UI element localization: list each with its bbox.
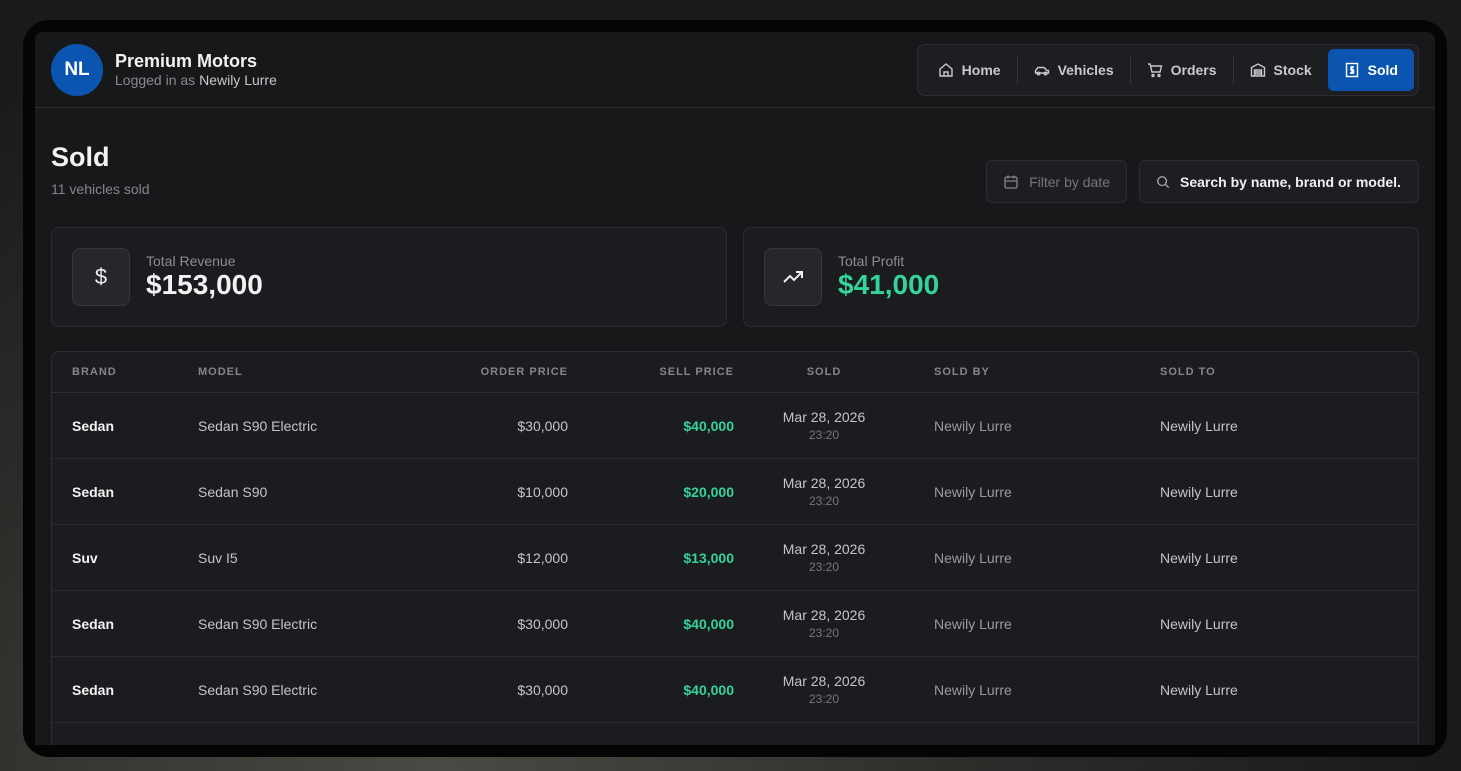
date-filter-label: Filter by date (1029, 173, 1110, 190)
nav-home[interactable]: Home (922, 49, 1017, 91)
profit-value: $41,000 (838, 269, 940, 300)
cell-order-price: $12,000 (517, 549, 568, 566)
nav-orders[interactable]: Orders (1131, 49, 1233, 91)
avatar: NL (51, 43, 103, 96)
col-model[interactable]: MODEL (178, 366, 398, 378)
cell-sold-date: Mar 28, 2026 (782, 409, 866, 425)
col-sold[interactable]: SOLD (734, 366, 914, 378)
cell-brand: Sedan (72, 417, 115, 434)
cell-sold-date: Mar 28, 2026 (782, 607, 866, 623)
revenue-value: $153,000 (146, 269, 263, 300)
cell-sold-by: Newily Lurre (934, 681, 1012, 698)
search-placeholder: Search by name, brand or model. (1180, 173, 1401, 190)
cell-sold-by: Newily Lurre (934, 615, 1012, 632)
cart-icon (1147, 62, 1163, 77)
cell-sell-price: $40,000 (683, 681, 734, 698)
col-sell-price[interactable]: SELL PRICE (568, 366, 734, 378)
cell-sold-time: 23:20 (808, 560, 840, 574)
dollar-icon: $ (72, 248, 130, 306)
header: NL Premium Motors Logged in as Newily Lu… (35, 32, 1435, 108)
cell-sold-date: Mar 28, 2026 (782, 673, 866, 689)
cell-sold-time: 23:20 (808, 626, 840, 640)
logged-in-text: Logged in as Newily Lurre (115, 72, 277, 88)
logged-prefix: Logged in as (115, 72, 196, 88)
cell-order-price: $30,000 (517, 681, 568, 698)
page-subtitle: 11 vehicles sold (51, 181, 150, 197)
cell-model: Suv I5 (198, 549, 238, 566)
cell-sold-by: Newily Lurre (934, 483, 1012, 500)
home-icon (938, 62, 953, 77)
nav-sold[interactable]: Sold (1327, 48, 1414, 91)
cell-model: Sedan S90 Electric (198, 417, 318, 434)
cell-sell-price: $40,000 (683, 417, 734, 434)
nav-label: Sold (1367, 61, 1398, 78)
search-icon (1157, 175, 1170, 188)
cell-brand: Suv (72, 549, 98, 566)
brand: NL Premium Motors Logged in as Newily Lu… (51, 43, 277, 96)
app-panel: NL Premium Motors Logged in as Newily Lu… (35, 32, 1435, 745)
cell-brand: Sedan (72, 483, 115, 500)
cell-order-price: $30,000 (517, 615, 568, 632)
profit-label: Total Profit (838, 253, 905, 269)
table-row[interactable]: Mar 28, 2026 (52, 723, 1418, 745)
table-row[interactable]: Sedan Sedan S90 Electric $30,000 $40,000… (52, 393, 1418, 459)
cell-order-price: $30,000 (517, 417, 568, 434)
receipt-icon (1345, 62, 1358, 77)
car-icon (1034, 66, 1049, 75)
table-header: BRAND MODEL ORDER PRICE SELL PRICE SOLD … (52, 352, 1418, 393)
cell-brand: Sedan (72, 681, 115, 698)
col-sold-to[interactable]: SOLD TO (1140, 366, 1418, 378)
cell-sold-by: Newily Lurre (934, 417, 1012, 434)
nav-label: Vehicles (1057, 61, 1114, 78)
cell-model: Sedan S90 (198, 483, 268, 500)
revenue-label: Total Revenue (146, 253, 236, 269)
cell-sold-to: Newily Lurre (1160, 615, 1238, 632)
table-row[interactable]: Sedan Sedan S90 Electric $30,000 $40,000… (52, 591, 1418, 657)
cell-model: Sedan S90 Electric (198, 681, 318, 698)
cell-sell-price: $13,000 (683, 549, 734, 566)
nav-stock[interactable]: Stock (1234, 49, 1328, 91)
cell-sold-to: Newily Lurre (1160, 417, 1238, 434)
nav-label: Home (961, 61, 1001, 78)
cell-sell-price: $40,000 (683, 615, 734, 632)
cell-sold-to: Newily Lurre (1160, 681, 1238, 698)
cell-order-price: $10,000 (517, 483, 568, 500)
cell-sold-time: 23:20 (808, 692, 840, 706)
col-sold-by[interactable]: SOLD BY (914, 366, 1140, 378)
cell-sold-to: Newily Lurre (1160, 483, 1238, 500)
warehouse-icon (1250, 62, 1265, 77)
cell-sold-to: Newily Lurre (1160, 549, 1238, 566)
main-nav: Home Vehicles Orders Stock Sold (916, 43, 1419, 96)
cell-sell-price: $20,000 (683, 483, 734, 500)
table-row[interactable]: Sedan Sedan S90 $10,000 $20,000 Mar 28, … (52, 459, 1418, 525)
cell-sold-time: 23:20 (808, 428, 840, 442)
table-row[interactable]: Suv Suv I5 $12,000 $13,000 Mar 28, 2026 2… (52, 525, 1418, 591)
app-name: Premium Motors (115, 51, 258, 71)
cell-sold-by: Newily Lurre (934, 549, 1012, 566)
nav-vehicles[interactable]: Vehicles (1018, 49, 1130, 91)
nav-label: Orders (1170, 61, 1217, 78)
col-brand[interactable]: BRAND (52, 366, 178, 378)
trending-up-icon (764, 248, 822, 306)
user-name: Newily Lurre (199, 72, 277, 88)
cell-brand: Sedan (72, 615, 115, 632)
cell-sold-time: 23:20 (808, 494, 840, 508)
date-filter-button[interactable]: Filter by date (986, 160, 1127, 203)
cell-model: Sedan S90 Electric (198, 615, 318, 632)
table-row[interactable]: Sedan Sedan S90 Electric $30,000 $40,000… (52, 657, 1418, 723)
cell-sold-date: Mar 28, 2026 (782, 475, 866, 491)
total-profit-card: Total Profit $41,000 (743, 227, 1419, 327)
search-input[interactable]: Search by name, brand or model. (1139, 160, 1419, 203)
cell-sold-date: Mar 28, 2026 (782, 541, 866, 557)
col-order-price[interactable]: ORDER PRICE (398, 366, 568, 378)
total-revenue-card: $ Total Revenue $153,000 (51, 227, 727, 327)
sold-table: BRAND MODEL ORDER PRICE SELL PRICE SOLD … (51, 351, 1419, 745)
page-title: Sold (51, 142, 110, 172)
calendar-icon (1004, 175, 1018, 189)
nav-label: Stock (1273, 61, 1312, 78)
